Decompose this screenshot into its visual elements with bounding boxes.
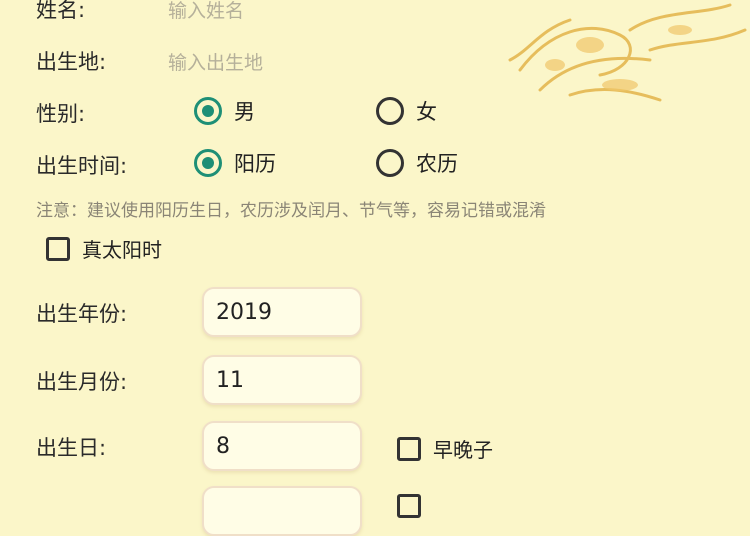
birth-year-input[interactable]: 2019 — [202, 287, 362, 337]
phoenix-icon — [508, 3, 747, 102]
calendar-option-solar[interactable]: 阳历 — [194, 148, 276, 178]
birth-year-label: 出生年份: — [36, 302, 128, 326]
early-late-zi-checkbox[interactable]: 早晚子 — [397, 434, 493, 463]
checkbox-icon[interactable] — [397, 494, 421, 518]
birthplace-label: 出生地: — [36, 50, 107, 74]
calendar-option-lunar[interactable]: 农历 — [376, 148, 458, 178]
checkbox-icon — [397, 436, 421, 461]
birthplace-input[interactable]: 输入出生地 — [168, 48, 263, 75]
gender-option-label: 女 — [416, 100, 437, 124]
calendar-note: 注意：建议使用阳历生日，农历涉及闰月、节气等，容易记错或混淆 — [36, 201, 546, 221]
gender-option-male[interactable]: 男 — [194, 96, 255, 126]
birth-month-label: 出生月份: — [36, 370, 128, 394]
gender-option-label: 男 — [234, 100, 255, 124]
birth-day-input[interactable]: 8 — [202, 421, 362, 471]
name-label: 姓名: — [36, 0, 86, 22]
true-solar-time-checkbox[interactable]: 真太阳时 — [46, 234, 162, 263]
birth-hour-input[interactable] — [202, 486, 362, 536]
calendar-option-label: 农历 — [416, 152, 458, 176]
radio-unchecked-icon — [376, 97, 404, 125]
radio-unchecked-icon — [376, 149, 404, 177]
name-input[interactable]: 输入姓名 — [168, 0, 244, 23]
radio-checked-icon — [194, 149, 222, 177]
radio-checked-icon — [194, 97, 222, 125]
birth-time-label: 出生时间: — [36, 154, 128, 178]
calendar-option-label: 阳历 — [234, 152, 276, 176]
checkbox-icon — [46, 236, 70, 261]
birth-month-input[interactable]: 11 — [202, 355, 362, 405]
gender-label: 性别: — [36, 102, 86, 126]
early-late-zi-label: 早晚子 — [433, 438, 493, 462]
gender-option-female[interactable]: 女 — [376, 96, 437, 126]
true-solar-time-label: 真太阳时 — [82, 238, 162, 262]
birth-day-label: 出生日: — [36, 436, 107, 460]
